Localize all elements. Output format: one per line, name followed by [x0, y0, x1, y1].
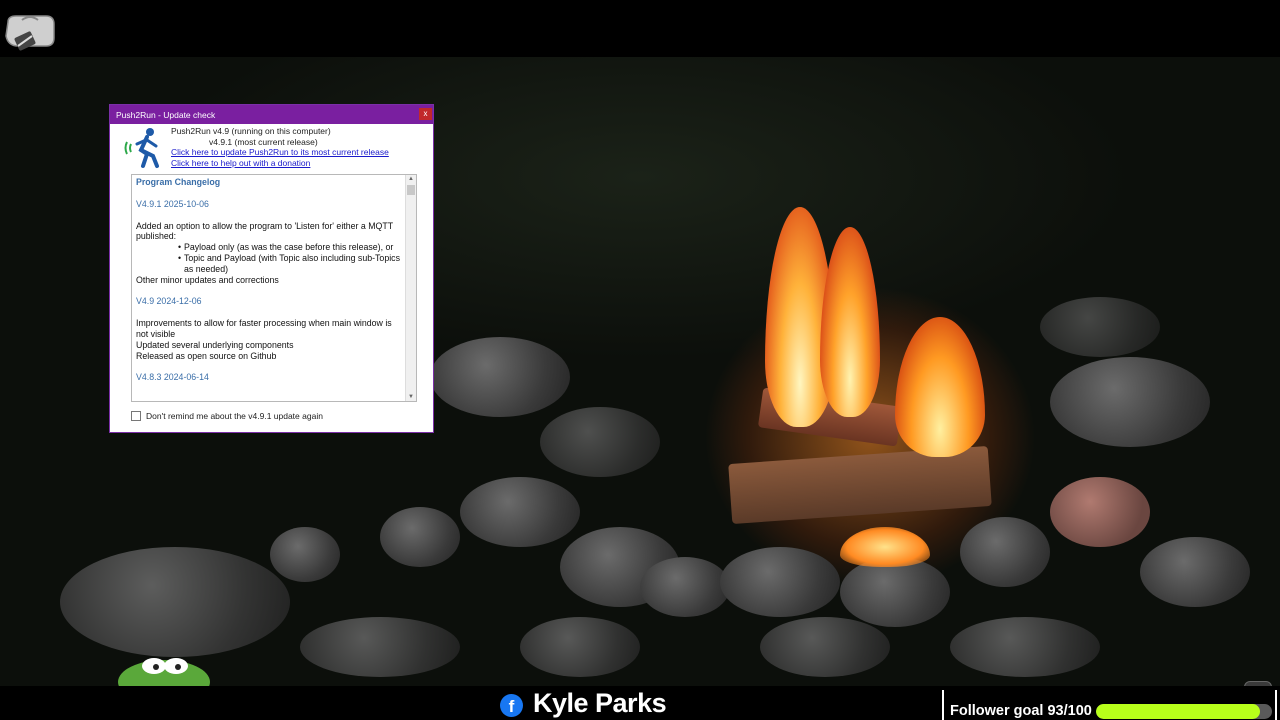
donate-link[interactable]: Click here to help out with a donation [171, 158, 389, 169]
release-version: V4.9 2024-12-06 [136, 296, 202, 307]
goal-divider [942, 690, 944, 720]
release-bullet: Payload only (as was the case before thi… [136, 242, 404, 253]
follower-goal-bar [1096, 704, 1272, 719]
push2run-runner-icon [124, 128, 159, 168]
scroll-up-icon[interactable]: ▲ [406, 175, 416, 183]
scroll-down-icon[interactable]: ▼ [406, 393, 416, 401]
changelog-box[interactable]: Program Changelog V4.9.1 2025-10-06 Adde… [131, 174, 417, 402]
release-text: Improvements to allow for faster process… [136, 318, 392, 339]
release-text: Added an option to allow the program to … [136, 220, 393, 242]
dialog-header: Push2Run v4.9 (running on this computer)… [110, 124, 433, 172]
scroll-thumb[interactable] [407, 185, 415, 195]
follower-goal-fill [1096, 704, 1260, 719]
release-text: Other minor updates and corrections [136, 274, 279, 285]
remind-label[interactable]: Don't remind me about the v4.9.1 update … [146, 411, 323, 421]
current-version-text: Push2Run v4.9 (running on this computer) [171, 126, 331, 136]
streamer-name: Kyle Parks [533, 688, 667, 718]
close-button[interactable]: x [419, 108, 432, 120]
remind-checkbox[interactable] [131, 411, 141, 421]
release-bullet: Topic and Payload (with Topic also inclu… [136, 253, 404, 275]
release-text: Updated several underlying components [136, 339, 294, 350]
stream-bottom-bar: f Kyle Parks Follower goal 93/100 [0, 686, 1280, 720]
goal-end-divider [1275, 690, 1277, 720]
tray-app-icon[interactable] [2, 10, 58, 54]
follower-goal-label: Follower goal 93/100 [950, 703, 1092, 719]
frog-emote-icon [118, 658, 210, 688]
update-check-dialog: Push2Run - Update check x Push2Run v4.9 … [110, 105, 433, 432]
remind-row[interactable]: Don't remind me about the v4.9.1 update … [131, 411, 323, 421]
latest-version-text: v4.9.1 (most current release) [209, 136, 318, 147]
dialog-title: Push2Run - Update check [116, 109, 216, 120]
release-text: Released as open source on Github [136, 350, 277, 361]
changelog-heading: Program Changelog [136, 177, 221, 187]
update-link[interactable]: Click here to update Push2Run to its mos… [171, 147, 389, 158]
facebook-icon: f [500, 694, 523, 717]
release-version: V4.8.3 2024-06-14 [136, 372, 209, 383]
dialog-titlebar[interactable]: Push2Run - Update check x [110, 105, 433, 124]
changelog-scrollbar[interactable]: ▲ ▼ [405, 175, 416, 401]
release-version: V4.9.1 2025-10-06 [136, 198, 209, 209]
